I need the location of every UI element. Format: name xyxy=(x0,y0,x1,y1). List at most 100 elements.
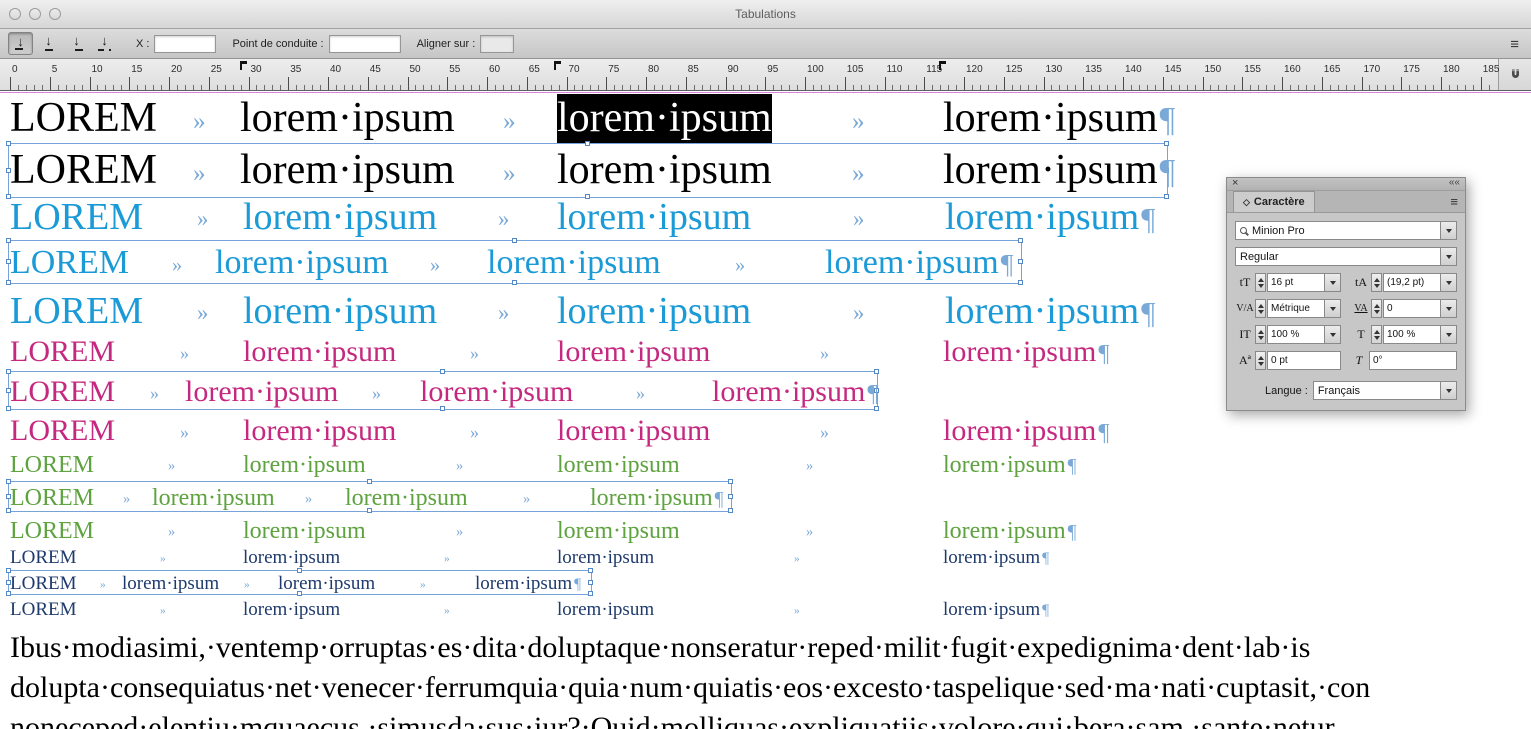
frame-handle[interactable] xyxy=(728,508,733,513)
snap-above-frame-button[interactable] xyxy=(1498,59,1531,90)
tabbed-text[interactable]: lorem·ipsum xyxy=(243,451,366,479)
tabbed-text[interactable]: lorem·ipsum¶ xyxy=(943,451,1077,479)
tabbed-text[interactable]: LOREM xyxy=(10,374,115,409)
panel-close-button[interactable]: × xyxy=(1232,177,1238,189)
tabbed-text[interactable]: LOREM xyxy=(10,146,157,196)
kerning-field[interactable]: Métrique xyxy=(1267,299,1341,318)
tabbed-text[interactable]: lorem·ipsum xyxy=(557,413,710,448)
tabbed-text[interactable]: LOREM xyxy=(10,94,157,144)
tabbed-text[interactable]: lorem·ipsum xyxy=(420,374,573,409)
tracking-field[interactable]: 0 xyxy=(1383,299,1457,318)
tabbed-text[interactable]: lorem·ipsum xyxy=(122,573,219,595)
tab-center-justified-button[interactable]: ↓ xyxy=(36,32,61,55)
tabbed-text[interactable]: lorem·ipsum xyxy=(557,599,654,621)
frame-handle[interactable] xyxy=(588,579,593,585)
close-window-button[interactable] xyxy=(9,8,21,20)
tabbed-text[interactable]: lorem·ipsum xyxy=(240,146,455,196)
tab-left-justified-button[interactable]: ↓ xyxy=(8,32,33,55)
tabbed-text[interactable]: lorem·ipsum xyxy=(240,94,455,144)
paragraph-line[interactable]: dolupta·consequiatus·net·venecer·ferrumq… xyxy=(10,671,1370,705)
tabbed-text[interactable]: lorem·ipsum xyxy=(243,413,396,448)
minimize-window-button[interactable] xyxy=(29,8,41,20)
x-position-input[interactable] xyxy=(154,34,217,53)
align-on-input[interactable] xyxy=(480,34,515,53)
ruler-tab-stop-marker[interactable] xyxy=(239,61,247,70)
kerning-dropdown-button[interactable] xyxy=(1324,300,1340,317)
tabbed-text[interactable]: lorem·ipsum xyxy=(243,517,366,545)
tabbed-text[interactable]: lorem·ipsum xyxy=(243,289,437,334)
tabbed-text[interactable]: LOREM xyxy=(10,484,94,512)
font-size-dropdown-button[interactable] xyxy=(1324,274,1340,291)
tabbed-text[interactable]: LOREM xyxy=(10,451,94,479)
tabbed-text[interactable]: LOREM xyxy=(10,195,143,240)
tabbed-text[interactable]: lorem·ipsum¶ xyxy=(943,413,1109,448)
tabbed-text[interactable]: lorem·ipsum xyxy=(557,334,710,369)
frame-handle[interactable] xyxy=(1018,238,1023,243)
tab-align-decimal-button[interactable]: ↓ xyxy=(92,32,117,55)
zoom-window-button[interactable] xyxy=(49,8,61,20)
panel-collapse-icon[interactable]: «« xyxy=(1449,177,1460,188)
tracking-stepper[interactable] xyxy=(1371,299,1382,318)
baseline-shift-field[interactable]: 0 pt xyxy=(1267,351,1341,370)
frame-handle[interactable] xyxy=(1018,280,1023,285)
tabs-ruler[interactable]: 0 5 10 15 20 25 30 35 40 45 50 55 60 65 70 75 80 85 90 95 10… xyxy=(0,59,1531,91)
tabbed-text[interactable]: lorem·ipsum xyxy=(243,599,340,621)
font-style-select[interactable]: Regular xyxy=(1235,247,1457,266)
tab-right-justified-button[interactable]: ↓ xyxy=(64,32,89,55)
paragraph-line[interactable]: noneceped·elentiu·mquaecus,·simusda·sus·… xyxy=(10,711,1335,729)
tabbed-text[interactable]: LOREM xyxy=(10,289,143,334)
tabbed-text[interactable]: lorem·ipsum xyxy=(152,484,275,512)
tabbed-text[interactable]: lorem·ipsum xyxy=(557,547,654,569)
tabbed-text[interactable]: LOREM xyxy=(10,243,129,283)
leading-field[interactable]: (19,2 pt) xyxy=(1383,273,1457,292)
baseline-shift-stepper[interactable] xyxy=(1255,351,1266,370)
tabbed-text[interactable]: lorem·ipsum xyxy=(345,484,468,512)
font-family-dropdown-button[interactable] xyxy=(1440,222,1456,239)
tabbed-text[interactable]: LOREM xyxy=(10,517,94,545)
tabbed-text[interactable]: lorem·ipsum xyxy=(557,289,751,334)
font-family-select[interactable]: Minion Pro xyxy=(1235,221,1457,240)
tabbed-text[interactable]: lorem·ipsum xyxy=(243,547,340,569)
panel-titlebar[interactable]: × «« xyxy=(1227,177,1465,191)
tabbed-text[interactable]: lorem·ipsum¶ xyxy=(943,146,1175,196)
frame-handle[interactable] xyxy=(728,493,733,499)
font-size-field[interactable]: 16 pt xyxy=(1267,273,1341,292)
tabbed-text[interactable]: lorem·ipsum¶ xyxy=(943,547,1049,569)
font-style-dropdown-button[interactable] xyxy=(1440,248,1456,265)
tabbed-text[interactable]: lorem·ipsum xyxy=(557,146,772,196)
tabbed-text[interactable]: LOREM xyxy=(10,573,77,595)
tabbed-text[interactable]: lorem·ipsum xyxy=(243,195,437,240)
tabbed-text[interactable]: lorem·ipsum¶ xyxy=(943,599,1049,621)
tabbed-text[interactable]: lorem·ipsum xyxy=(557,517,680,545)
tabbed-text[interactable]: lorem·ipsum¶ xyxy=(943,517,1077,545)
tabbed-text[interactable]: lorem·ipsum¶ xyxy=(590,484,724,512)
horizontal-scale-stepper[interactable] xyxy=(1371,325,1382,344)
language-dropdown-button[interactable] xyxy=(1440,382,1456,399)
tracking-dropdown-button[interactable] xyxy=(1440,300,1456,317)
language-select[interactable]: Français xyxy=(1312,381,1457,400)
panel-menu-button[interactable]: ≡ xyxy=(1450,194,1458,209)
window-titlebar[interactable]: Tabulations xyxy=(0,0,1531,29)
horizontal-scale-field[interactable]: 100 % xyxy=(1383,325,1457,344)
tabbed-text[interactable]: lorem·ipsum¶ xyxy=(712,374,878,409)
paragraph-line[interactable]: Ibus·modiasimi,·ventemp·orruptas·es·dita… xyxy=(10,631,1310,665)
vertical-scale-dropdown-button[interactable] xyxy=(1324,326,1340,343)
document-area[interactable]: LOREM» lorem·ipsum» lorem·ipsum» lorem·ipsu… xyxy=(0,91,1531,729)
horizontal-scale-dropdown-button[interactable] xyxy=(1440,326,1456,343)
leading-dropdown-button[interactable] xyxy=(1440,274,1456,291)
tabbed-text[interactable]: lorem·ipsum xyxy=(185,374,338,409)
tabbed-text[interactable]: LOREM xyxy=(10,413,115,448)
toolbar-menu-icon[interactable]: ≡ xyxy=(1510,36,1519,53)
vertical-scale-field[interactable]: 100 % xyxy=(1267,325,1341,344)
frame-handle[interactable] xyxy=(588,568,593,573)
tabbed-text[interactable]: lorem·ipsum¶ xyxy=(475,573,581,595)
frame-handle[interactable] xyxy=(728,479,733,484)
tabbed-text[interactable]: lorem·ipsum xyxy=(487,243,661,283)
leader-input[interactable] xyxy=(328,34,401,53)
tabbed-text[interactable]: LOREM xyxy=(10,334,115,369)
tabbed-text[interactable]: LOREM xyxy=(10,599,77,621)
kerning-stepper[interactable] xyxy=(1255,299,1266,318)
ruler-tab-stop-marker[interactable] xyxy=(553,61,561,70)
selected-text[interactable]: lorem·ipsum xyxy=(557,94,772,144)
tabbed-text[interactable]: lorem·ipsum xyxy=(557,451,680,479)
